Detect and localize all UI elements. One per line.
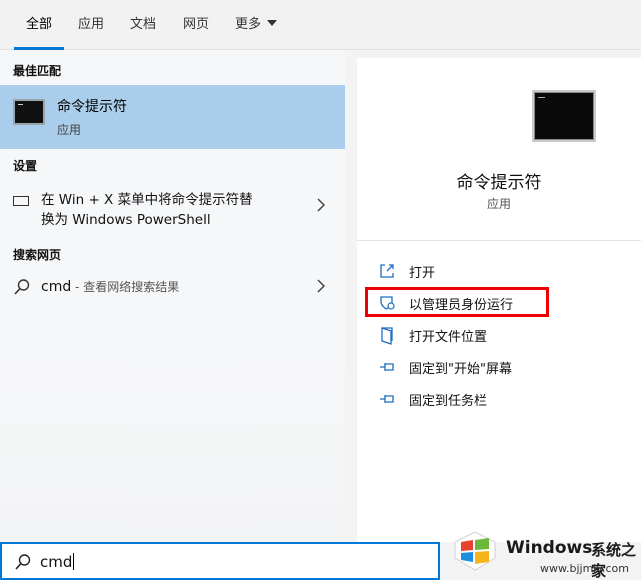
tab-all[interactable]: 全部 — [26, 0, 52, 50]
web-search-label: cmd - 查看网络搜索结果 — [41, 278, 179, 295]
tab-more[interactable]: 更多 — [235, 0, 278, 50]
preview-title: 命令提示符 — [456, 173, 542, 193]
highlight-annotation-box — [365, 287, 549, 317]
action-open-label: 打开 — [409, 266, 436, 281]
chevron-down-icon — [267, 20, 278, 26]
tab-apps[interactable]: 应用 — [78, 0, 104, 50]
action-open-file-location-label: 打开文件位置 — [409, 330, 488, 345]
watermark: Windows 系统之家 www.bjjmlv.com — [440, 520, 641, 580]
tab-web[interactable]: 网页 — [183, 0, 209, 50]
web-search-query: cmd — [41, 279, 72, 295]
web-search-header: 搜索网页 — [13, 248, 62, 262]
watermark-url: www.bjjmlv.com — [540, 562, 629, 575]
action-pin-to-taskbar-label: 固定到任务栏 — [409, 394, 488, 409]
command-prompt-icon — [13, 99, 45, 125]
divider — [357, 240, 641, 241]
tab-documents[interactable]: 文档 — [130, 0, 156, 50]
tab-apps-label: 应用 — [78, 17, 105, 32]
search-input[interactable]: cmd — [40, 553, 75, 571]
search-bar[interactable]: cmd — [0, 542, 440, 580]
action-pin-to-start-label: 固定到"开始"屏幕 — [409, 362, 512, 377]
settings-item-label: 在 Win + X 菜单中将命令提示符替 换为 Windows PowerShe… — [41, 190, 301, 230]
filter-tab-bar: 全部 应用 文档 网页 更多 — [0, 0, 641, 50]
preview-subtitle: 应用 — [486, 197, 511, 211]
chevron-right-icon — [317, 278, 326, 297]
search-icon — [13, 278, 31, 300]
text-caret — [73, 553, 75, 570]
tab-all-label: 全部 — [26, 17, 53, 32]
web-search-item[interactable]: cmd - 查看网络搜索结果 — [0, 272, 345, 304]
pin-icon — [379, 359, 397, 379]
open-icon — [379, 263, 395, 283]
best-match-subtitle: 应用 — [57, 123, 82, 137]
settings-item-line1: 在 Win + X 菜单中将命令提示符替 — [41, 192, 253, 208]
web-search-hint: - 查看网络搜索结果 — [71, 280, 180, 294]
best-match-header: 最佳匹配 — [13, 64, 62, 78]
windows-logo-icon — [452, 530, 498, 576]
settings-item-line2: 换为 Windows PowerShell — [41, 212, 211, 228]
settings-header: 设置 — [13, 159, 38, 173]
file-location-icon — [379, 327, 395, 349]
watermark-brand: Windows — [506, 538, 593, 558]
tab-web-label: 网页 — [183, 17, 210, 32]
search-icon — [14, 553, 32, 575]
tab-documents-label: 文档 — [130, 17, 157, 32]
display-settings-icon — [13, 196, 29, 206]
tab-more-label: 更多 — [235, 17, 262, 32]
pin-icon — [379, 391, 397, 411]
best-match-title: 命令提示符 — [57, 99, 127, 115]
best-match-item[interactable]: 命令提示符 应用 — [0, 85, 345, 149]
results-panel: 最佳匹配 命令提示符 应用 设置 在 Win + X 菜单中将命令提示符替 换为… — [0, 50, 345, 542]
search-input-value: cmd — [40, 553, 73, 571]
command-prompt-large-icon — [532, 90, 596, 142]
